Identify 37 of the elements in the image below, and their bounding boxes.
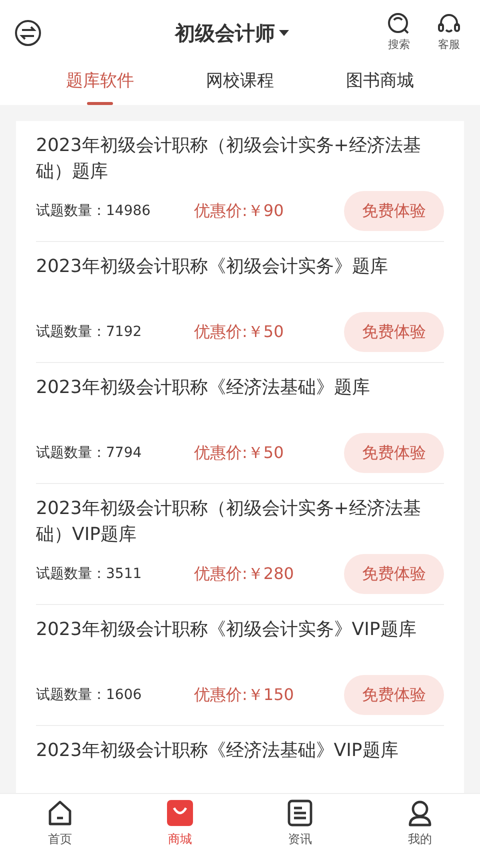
discount-price: 优惠价:￥90 xyxy=(194,200,285,222)
item-title[interactable]: 2023年初级会计职称《经济法基础》题库 xyxy=(36,375,444,427)
question-count: 试题数量：7192 xyxy=(36,322,143,342)
document-icon xyxy=(286,799,314,827)
discount-price: 优惠价:￥50 xyxy=(194,321,285,343)
free-trial-button[interactable]: 免费体验 xyxy=(344,675,444,715)
nav-tab[interactable]: 资讯 xyxy=(240,794,360,853)
caret-icon xyxy=(279,30,289,36)
nav-tab[interactable]: 首页 xyxy=(0,794,120,853)
discount-price: 优惠价:￥150 xyxy=(194,684,295,706)
nav-tab[interactable]: 我的 xyxy=(360,794,480,853)
discount-price: 优惠价:￥50 xyxy=(194,442,285,464)
question-count: 试题数量：7794 xyxy=(36,444,143,462)
discount-price: 优惠价:￥280 xyxy=(194,563,295,585)
item-title[interactable]: 2023年初级会计职称《初级会计实务》题库 xyxy=(36,254,444,306)
person-icon xyxy=(406,799,434,827)
home-icon xyxy=(46,799,74,827)
tab[interactable]: 网校课程 xyxy=(206,65,274,105)
question-count: 试题数量：14986 xyxy=(36,202,152,220)
category-dropdown[interactable]: 初级会计师 xyxy=(175,18,289,48)
free-trial-button[interactable]: 免费体验 xyxy=(344,312,444,352)
question-count: 试题数量：1606 xyxy=(36,686,143,704)
item-title[interactable]: 2023年初级会计职称《经济法基础》VIP题库 xyxy=(36,738,444,790)
nav-tab[interactable]: 商城 xyxy=(120,794,240,853)
free-trial-button[interactable]: 免费体验 xyxy=(344,191,444,231)
item-title[interactable]: 2023年初级会计职称（初级会计实务+经济法基础）题库 xyxy=(36,133,444,185)
switch-icon[interactable] xyxy=(14,18,42,46)
tab[interactable]: 图书商城 xyxy=(346,65,414,105)
item-title[interactable]: 2023年初级会计职称（初级会计实务+经济法基础）VIP题库 xyxy=(36,496,444,548)
shopping-bag-icon xyxy=(166,799,194,827)
free-trial-button[interactable]: 免费体验 xyxy=(344,433,444,473)
search-button[interactable]: 搜索 xyxy=(382,11,416,54)
free-trial-button[interactable]: 免费体验 xyxy=(344,554,444,594)
tab[interactable]: 题库软件 xyxy=(66,65,134,105)
item-title[interactable]: 2023年初级会计职称《初级会计实务》VIP题库 xyxy=(36,617,444,669)
question-count: 试题数量：3511 xyxy=(36,564,143,584)
service-button[interactable]: 客服 xyxy=(432,11,466,54)
